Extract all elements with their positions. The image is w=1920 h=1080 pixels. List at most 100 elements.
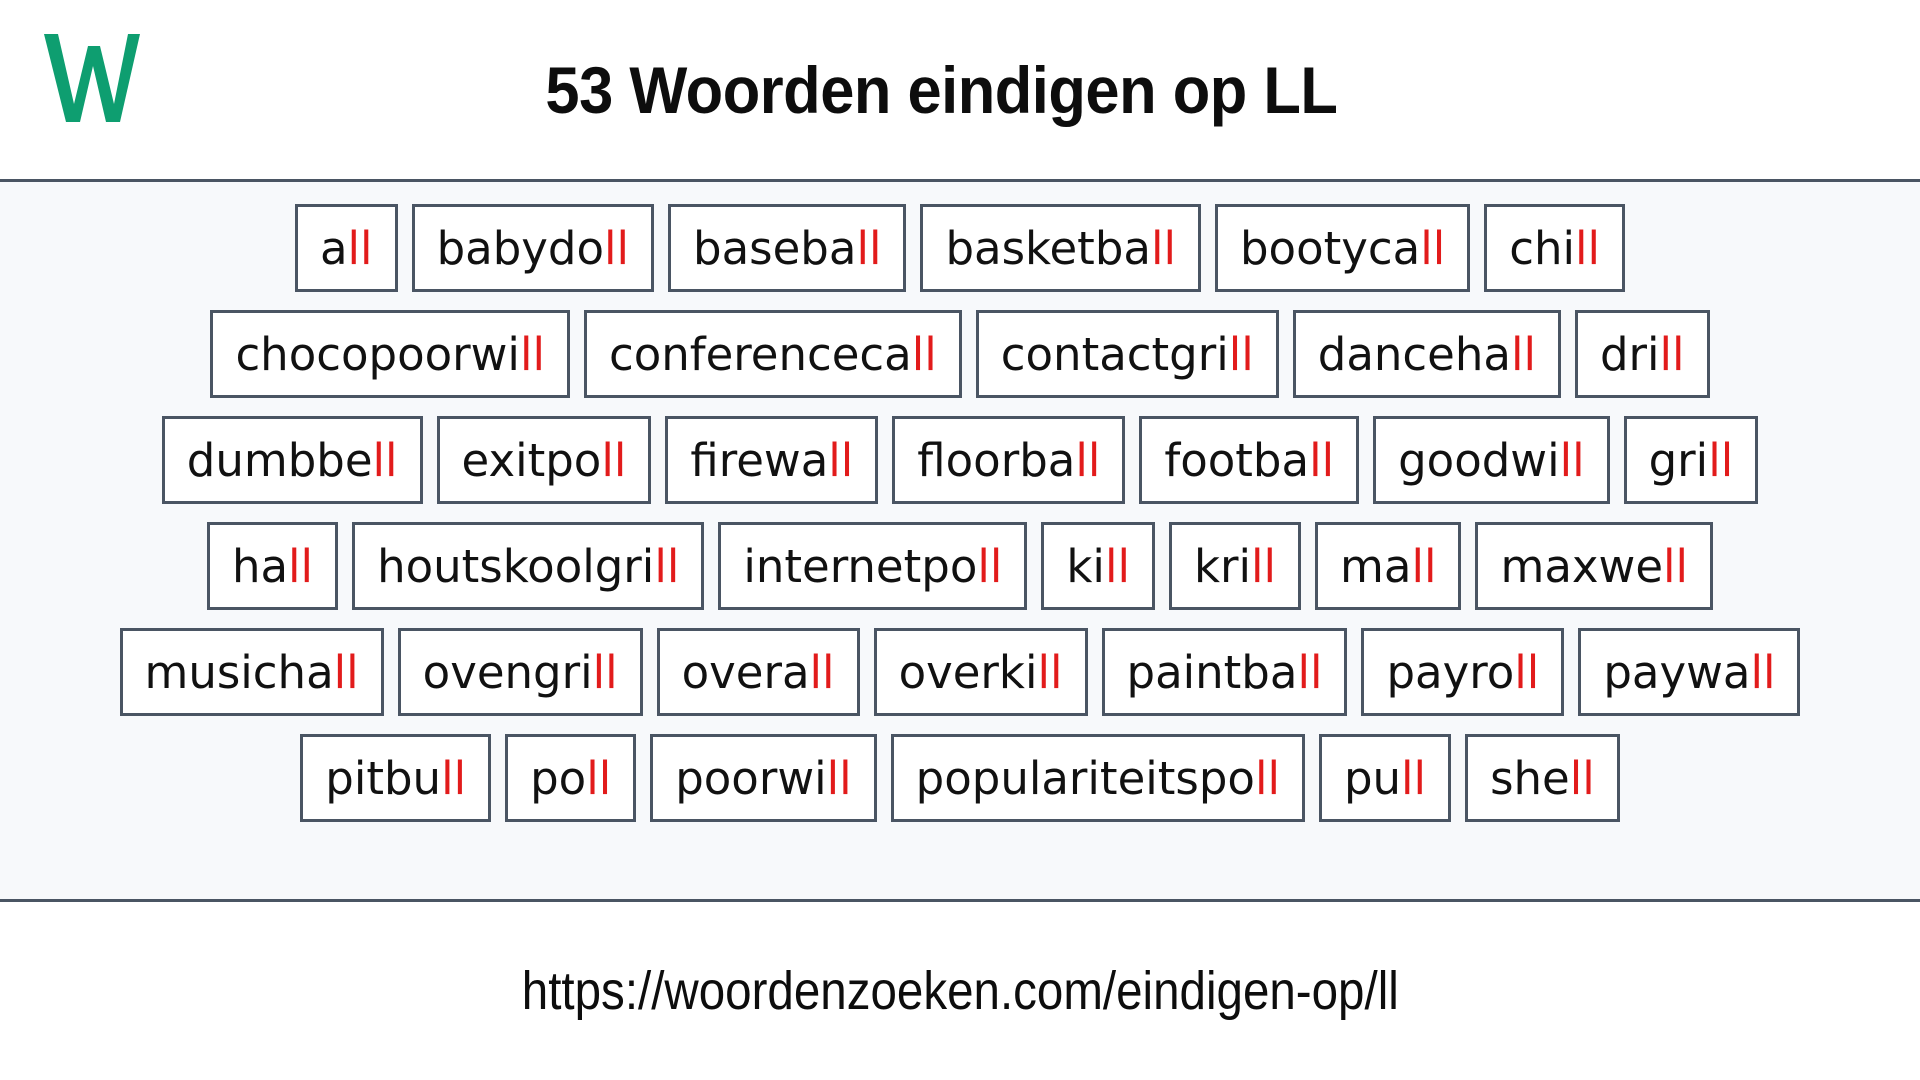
word-box[interactable]: dri ll [1574,310,1710,398]
word-box[interactable]: payro ll [1361,628,1565,716]
word-stem: po [530,751,587,805]
word-box[interactable]: gri ll [1623,416,1759,504]
word-box[interactable]: chi ll [1484,204,1626,292]
word-box[interactable]: floorba ll [892,416,1126,504]
word-suffix-highlight: ll [519,327,545,381]
word-stem: contactgri [1000,327,1229,381]
word-box[interactable]: bootyca ll [1214,204,1471,292]
word-box[interactable]: danceha ll [1292,310,1561,398]
word-suffix-highlight: ll [1708,433,1734,487]
word-box[interactable]: baseba ll [668,204,907,292]
word-box[interactable]: ha ll [206,522,339,610]
word-stem: paywa [1603,645,1751,699]
word-box[interactable]: internetpo ll [718,522,1028,610]
word-suffix-highlight: ll [347,221,373,275]
word-box[interactable]: ma ll [1315,522,1462,610]
word-box[interactable]: musicha ll [119,628,384,716]
word-grid: a ll babydo ll baseba ll basketba ll bootyca ll ch… [0,182,1920,902]
word-stem: babydo [436,221,604,275]
page-footer: https://woordenzoeken.com/eindigen-op/ll [0,902,1920,1080]
word-suffix-highlight: ll [333,645,359,699]
word-box[interactable]: overki ll [873,628,1088,716]
word-box[interactable]: ovengri ll [397,628,643,716]
word-box[interactable]: pu ll [1318,734,1452,822]
word-box[interactable]: kri ll [1168,522,1302,610]
word-suffix-highlight: ll [1411,539,1437,593]
word-stem: conferenceca [608,327,912,381]
word-stem: payro [1386,645,1515,699]
word-stem: goodwi [1398,433,1560,487]
word-stem: pu [1343,751,1402,805]
word-box[interactable]: dumbbe ll [161,416,423,504]
word-box[interactable]: populariteitspo ll [890,734,1305,822]
word-stem: ovengri [422,645,593,699]
word-suffix-highlight: ll [586,751,612,805]
word-suffix-highlight: ll [372,433,398,487]
word-box[interactable]: poorwi ll [650,734,877,822]
word-suffix-highlight: ll [977,539,1003,593]
word-stem: baseba [693,221,857,275]
word-suffix-highlight: ll [1750,645,1776,699]
word-row: pitbu ll po ll poorwi ll populariteitspo ll pu ll… [10,734,1910,822]
word-stem: bootyca [1239,221,1421,275]
word-box[interactable]: firewa ll [665,416,879,504]
word-suffix-highlight: ll [1228,327,1254,381]
word-box[interactable]: maxwe ll [1475,522,1714,610]
word-box[interactable]: a ll [294,204,398,292]
word-suffix-highlight: ll [1037,645,1063,699]
word-suffix-highlight: ll [1104,539,1130,593]
word-box[interactable]: footba ll [1139,416,1360,504]
word-suffix-highlight: ll [809,645,835,699]
word-box[interactable]: chocopoorwi ll [210,310,570,398]
word-stem: basketba [945,221,1151,275]
word-box[interactable]: po ll [505,734,637,822]
word-suffix-highlight: ll [654,539,680,593]
word-stem: houtskoolgri [377,539,655,593]
word-stem: a [319,221,348,275]
word-stem: she [1490,751,1570,805]
word-suffix-highlight: ll [1075,433,1101,487]
word-stem: danceha [1317,327,1511,381]
word-stem: paintba [1126,645,1298,699]
word-box[interactable]: overa ll [656,628,860,716]
word-suffix-highlight: ll [1309,433,1335,487]
word-stem: ma [1340,539,1412,593]
word-suffix-highlight: ll [1514,645,1540,699]
word-suffix-highlight: ll [1575,221,1601,275]
word-suffix-highlight: ll [856,221,882,275]
page-title: 53 Woorden eindigen op LL [545,52,1338,127]
word-suffix-highlight: ll [288,539,314,593]
word-suffix-highlight: ll [1510,327,1536,381]
word-suffix-highlight: ll [1569,751,1595,805]
word-box[interactable]: houtskoolgri ll [352,522,705,610]
word-box[interactable]: exitpo ll [436,416,652,504]
word-box[interactable]: pitbu ll [300,734,492,822]
word-stem: overa [681,645,810,699]
word-stem: poorwi [675,751,827,805]
word-box[interactable]: goodwi ll [1373,416,1610,504]
word-suffix-highlight: ll [1297,645,1323,699]
source-url[interactable]: https://woordenzoeken.com/eindigen-op/ll [521,960,1398,1022]
word-suffix-highlight: ll [1420,221,1446,275]
word-row: musicha ll ovengri ll overa ll overki ll paintba… [10,628,1910,716]
word-box[interactable]: paywa ll [1578,628,1801,716]
word-box[interactable]: contactgri ll [975,310,1279,398]
word-suffix-highlight: ll [1401,751,1427,805]
word-row: ha ll houtskoolgri ll internetpo ll ki ll kri ll m… [10,522,1910,610]
word-stem: ki [1066,539,1105,593]
word-suffix-highlight: ll [828,433,854,487]
word-stem: gri [1648,433,1709,487]
word-stem: populariteitspo [915,751,1255,805]
word-box[interactable]: conferenceca ll [583,310,962,398]
word-box[interactable]: ki ll [1041,522,1155,610]
word-box[interactable]: she ll [1465,734,1620,822]
word-box[interactable]: babydo ll [411,204,655,292]
word-suffix-highlight: ll [1659,327,1685,381]
word-stem: musicha [144,645,334,699]
word-suffix-highlight: ll [441,751,467,805]
word-stem: overki [898,645,1038,699]
word-stem: firewa [690,433,829,487]
word-box[interactable]: paintba ll [1101,628,1348,716]
word-stem: chocopoorwi [235,327,520,381]
word-box[interactable]: basketba ll [920,204,1201,292]
